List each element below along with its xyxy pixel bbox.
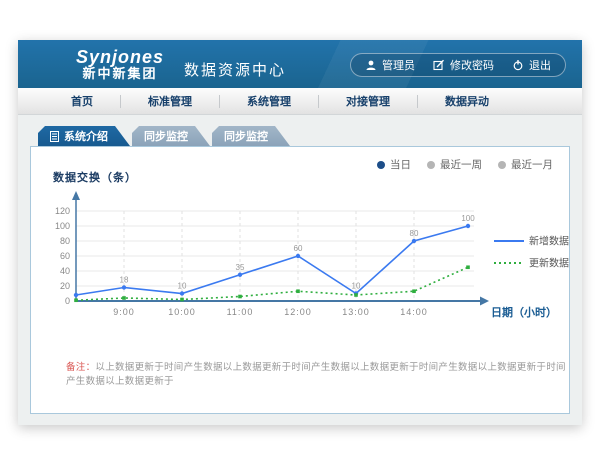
y-tick-label: 100 xyxy=(55,221,70,231)
time-range-filter: 当日 最近一周 最近一月 xyxy=(377,157,553,172)
data-point xyxy=(296,289,300,293)
user-actions-pill: 管理员 修改密码 退出 xyxy=(350,53,566,77)
data-point xyxy=(354,293,358,297)
data-point xyxy=(122,296,126,300)
data-point xyxy=(412,289,416,293)
document-icon xyxy=(50,131,59,142)
radio-option-0[interactable]: 当日 xyxy=(377,157,411,172)
user-action-change-password[interactable]: 修改密码 xyxy=(433,57,494,73)
x-tick-label: 12:00 xyxy=(284,307,312,317)
data-point xyxy=(74,298,78,302)
y-tick-label: 60 xyxy=(60,251,70,261)
user-action-label: 修改密码 xyxy=(450,57,494,73)
footnote: 备注：以上数据更新于时间产生数据以上数据更新于时间产生数据以上数据更新于时间产生… xyxy=(66,359,569,387)
tab-label: 同步监控 xyxy=(144,128,188,144)
user-action-label: 管理员 xyxy=(382,57,415,73)
radio-dot xyxy=(498,161,506,169)
legend-item-1[interactable]: 更新数据 xyxy=(494,257,569,270)
data-point xyxy=(466,265,470,269)
chart-card: 当日 最近一周 最近一月 数据交换（条） 0 20 40 60 80 100 120 9:00 10… xyxy=(30,146,570,414)
radio-label: 当日 xyxy=(390,157,411,172)
user-action-logout[interactable]: 退出 xyxy=(512,57,551,73)
y-tick-label: 40 xyxy=(60,266,70,276)
data-point xyxy=(180,291,184,295)
x-tick-label: 10:00 xyxy=(168,307,196,317)
x-axis-title: 日期（小时） xyxy=(491,305,557,319)
logout-icon xyxy=(512,59,524,71)
data-point-label: 60 xyxy=(294,244,303,253)
data-point-label: 10 xyxy=(178,282,187,291)
tab-0[interactable]: 系统介绍 xyxy=(38,126,130,146)
data-point xyxy=(238,273,242,277)
app-title: 数据资源中心 xyxy=(184,59,286,80)
data-point-label: 100 xyxy=(461,214,475,223)
data-point xyxy=(238,295,242,299)
legend-label: 新增数据 xyxy=(529,235,569,248)
legend-label: 更新数据 xyxy=(529,257,569,270)
data-point-label: 10 xyxy=(352,282,361,291)
nav-item-4[interactable]: 数据异动 xyxy=(418,93,516,109)
tab-bar: 系统介绍 同步监控 同步监控 xyxy=(38,126,582,146)
user-action-label: 退出 xyxy=(529,57,551,73)
content-area: 系统介绍 同步监控 同步监控 当日 最近一周 最近一月 数据交换（条） 0 20 40 60 8… xyxy=(18,126,582,414)
line-chart: 0 20 40 60 80 100 120 9:00 10:00 11:00 12:00 13:00 1… xyxy=(31,189,571,337)
data-point-label: 35 xyxy=(236,263,245,272)
x-tick-label: 11:00 xyxy=(227,307,254,317)
tab-label: 系统介绍 xyxy=(64,128,108,144)
radio-dot xyxy=(377,161,385,169)
tab-label: 同步监控 xyxy=(224,128,268,144)
data-point xyxy=(180,298,184,302)
x-axis-arrow xyxy=(480,297,489,306)
data-point xyxy=(466,224,470,228)
footnote-prefix: 备注： xyxy=(66,362,95,373)
y-tick-label: 0 xyxy=(65,296,70,306)
legend-item-0[interactable]: 新增数据 xyxy=(494,235,569,248)
y-axis-arrow xyxy=(72,191,80,200)
y-tick-label: 80 xyxy=(60,236,70,246)
series-line-1 xyxy=(76,267,468,300)
user-icon xyxy=(365,59,377,71)
x-tick-label: 14:00 xyxy=(400,307,428,317)
data-point-label: 80 xyxy=(410,229,419,238)
nav-item-2[interactable]: 系统管理 xyxy=(220,93,318,109)
tab-1[interactable]: 同步监控 xyxy=(132,126,210,146)
data-point xyxy=(296,254,300,258)
tab-2[interactable]: 同步监控 xyxy=(212,126,290,146)
brand-name-cn: 新中新集团 xyxy=(76,67,164,81)
footnote-text: 以上数据更新于时间产生数据以上数据更新于时间产生数据以上数据更新于时间产生数据以… xyxy=(66,362,566,387)
nav-item-3[interactable]: 对接管理 xyxy=(319,93,417,109)
app-header: Synjones 新中新集团 数据资源中心 管理员 修改密码 退出 xyxy=(18,40,582,88)
nav-item-0[interactable]: 首页 xyxy=(44,93,120,109)
y-tick-label: 120 xyxy=(55,206,70,216)
data-point xyxy=(122,285,126,289)
screenshot-stage: Synjones 新中新集团 数据资源中心 管理员修改密码退出 首页标准管理系统… xyxy=(0,0,600,450)
nav-item-1[interactable]: 标准管理 xyxy=(121,93,219,109)
data-point xyxy=(412,239,416,243)
radio-label: 最近一周 xyxy=(440,157,482,172)
chart-wrap: 0 20 40 60 80 100 120 9:00 10:00 11:00 12:00 13:00 1… xyxy=(31,189,571,337)
page-container: Synjones 新中新集团 数据资源中心 管理员修改密码退出 首页标准管理系统… xyxy=(18,40,582,425)
x-tick-label: 13:00 xyxy=(342,307,370,317)
y-axis-title: 数据交换（条） xyxy=(53,169,137,185)
radio-dot xyxy=(427,161,435,169)
radio-label: 最近一月 xyxy=(511,157,553,172)
edit-icon xyxy=(433,59,445,71)
brand-name-en: Synjones xyxy=(76,48,164,67)
main-nav: 首页标准管理系统管理对接管理数据异动 xyxy=(18,88,582,115)
radio-option-2[interactable]: 最近一月 xyxy=(498,157,553,172)
data-point-label: 18 xyxy=(120,276,129,285)
radio-option-1[interactable]: 最近一周 xyxy=(427,157,482,172)
user-action-admin[interactable]: 管理员 xyxy=(365,57,415,73)
data-point xyxy=(74,293,78,297)
x-tick-label: 9:00 xyxy=(113,307,135,317)
brand-logo: Synjones 新中新集团 xyxy=(76,48,164,81)
y-tick-label: 20 xyxy=(60,281,70,291)
